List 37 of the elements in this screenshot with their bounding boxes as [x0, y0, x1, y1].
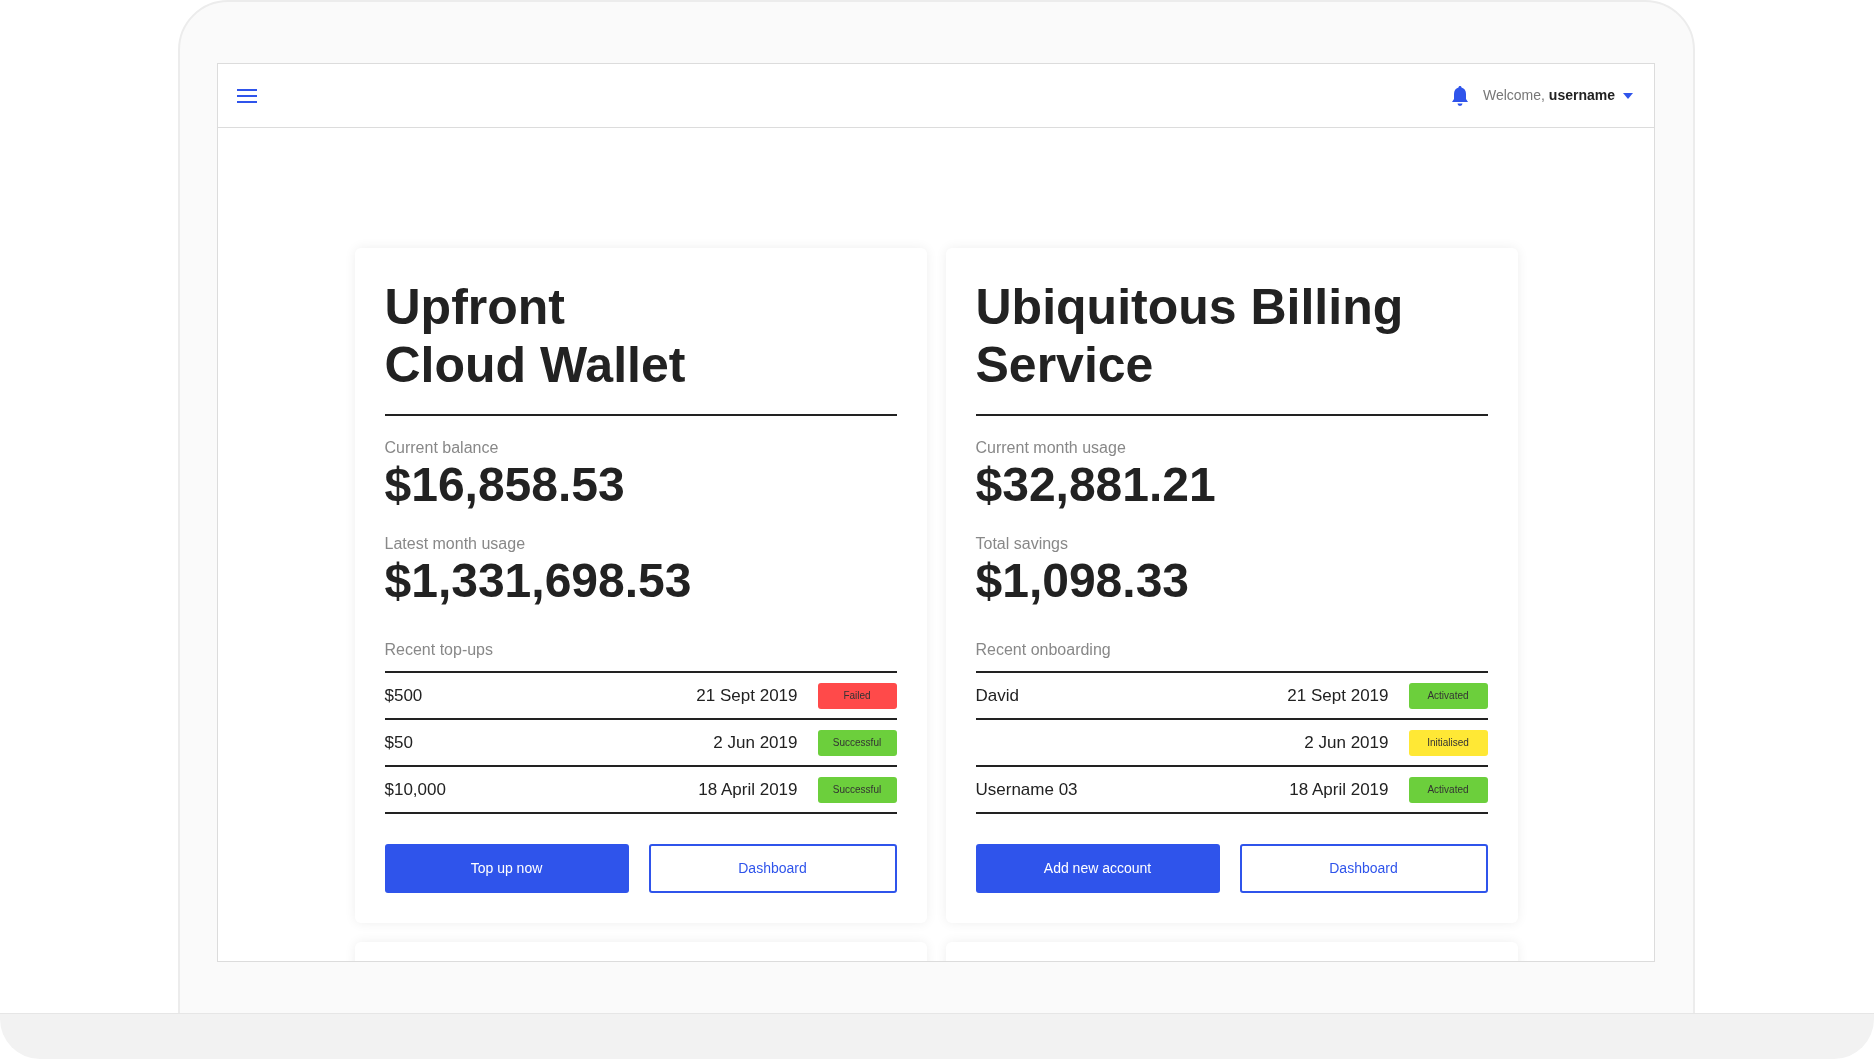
row-date: 21 Sept 2019: [696, 684, 798, 707]
row-name: David: [975, 684, 1019, 707]
metric-value: $32,881.21: [975, 458, 1217, 512]
primary-button[interactable]: Top up now: [384, 844, 629, 893]
metric-value: $1,331,698.53: [384, 554, 693, 608]
metric-value: $16,858.53: [384, 458, 626, 512]
list-title: Recent top-ups: [384, 640, 494, 660]
status-badge: Initialised: [1408, 729, 1488, 756]
row-date: 2 Jun 2019: [713, 731, 798, 754]
status-badge: Failed: [817, 682, 897, 709]
primary-button[interactable]: Add new account: [975, 844, 1220, 893]
row-date: 2 Jun 2019: [1304, 731, 1389, 754]
metric-label: Latest month usage: [384, 534, 527, 554]
metric-label: Current balance: [384, 438, 500, 458]
card-title: Upfront Cloud Wallet: [384, 278, 897, 416]
secondary-button[interactable]: Dashboard: [648, 844, 897, 893]
menu-icon[interactable]: [236, 87, 258, 104]
status-badge: Activated: [1408, 682, 1488, 709]
metric-label: Total savings: [975, 534, 1069, 554]
metric-label: Current month usage: [975, 438, 1127, 458]
list-title: Recent onboarding: [975, 640, 1112, 660]
row-name: $10,000: [384, 778, 446, 801]
row-name: $500: [384, 684, 423, 707]
status-badge: Activated: [1408, 776, 1488, 803]
row-date: 18 April 2019: [1289, 778, 1389, 801]
caret-icon: [1623, 92, 1633, 99]
row-date: 18 April 2019: [698, 778, 798, 801]
secondary-button[interactable]: Dashboard: [1239, 844, 1488, 893]
user-menu[interactable]: Welcome, username: [1482, 85, 1633, 106]
bell-icon[interactable]: [1450, 85, 1469, 106]
row-name: $50: [384, 731, 413, 754]
row-date: 21 Sept 2019: [1287, 684, 1389, 707]
row-name: Username 03: [975, 778, 1078, 801]
status-badge: Successful: [817, 776, 897, 803]
status-badge: Successful: [817, 729, 897, 756]
metric-value: $1,098.33: [975, 554, 1191, 608]
card-title: Ubiquitous Billing Service: [975, 278, 1488, 416]
